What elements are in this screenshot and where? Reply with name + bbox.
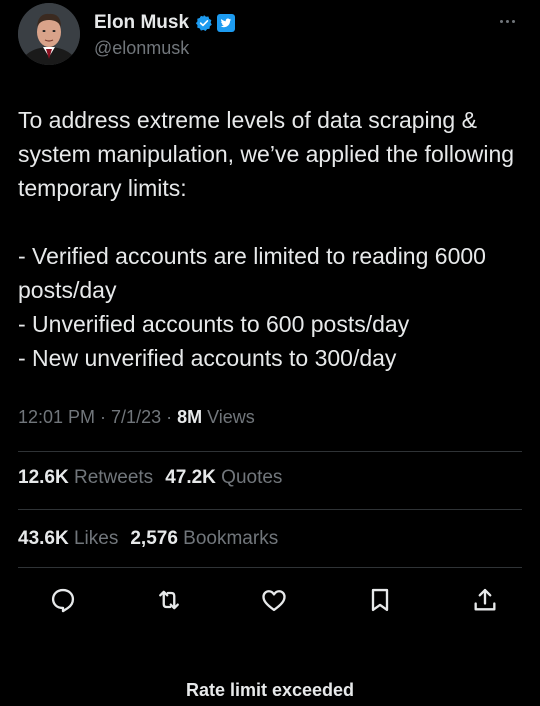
bookmarks-stat[interactable]: 2,576 Bookmarks bbox=[130, 528, 278, 550]
retweet-icon[interactable] bbox=[154, 585, 184, 615]
quotes-stat[interactable]: 47.2K Quotes bbox=[165, 467, 282, 489]
action-bar bbox=[48, 584, 500, 616]
divider bbox=[18, 509, 522, 510]
more-options-icon[interactable] bbox=[494, 12, 520, 30]
twitter-bird-icon bbox=[217, 14, 236, 32]
likes-count: 43.6K bbox=[18, 528, 69, 549]
name-row: Elon Musk bbox=[94, 11, 236, 35]
stats-row-likes-bookmarks: 43.6K Likes 2,576 Bookmarks bbox=[18, 528, 290, 550]
stats-row-retweets-quotes: 12.6K Retweets 47.2K Quotes bbox=[18, 467, 294, 489]
divider bbox=[18, 451, 522, 452]
likes-label: Likes bbox=[73, 528, 119, 549]
tweet-time[interactable]: 12:01 PM bbox=[18, 407, 95, 427]
author-name[interactable]: Elon Musk bbox=[94, 12, 189, 34]
bookmarks-label: Bookmarks bbox=[183, 528, 279, 549]
reply-icon[interactable] bbox=[48, 585, 78, 615]
bookmarks-count: 2,576 bbox=[130, 528, 178, 549]
views-count: 8M bbox=[177, 407, 203, 427]
meta-separator: · bbox=[95, 407, 112, 427]
likes-stat[interactable]: 43.6K Likes bbox=[18, 528, 118, 550]
retweets-stat[interactable]: 12.6K Retweets bbox=[18, 467, 153, 489]
quotes-label: Quotes bbox=[221, 467, 283, 488]
tweet-meta: 12:01 PM · 7/1/23 · 8M Views bbox=[18, 407, 255, 428]
avatar[interactable] bbox=[18, 3, 80, 65]
quotes-count: 47.2K bbox=[165, 467, 216, 488]
tweet-header: Elon Musk @elonmusk bbox=[18, 0, 522, 78]
rate-limit-banner: Rate limit exceeded bbox=[185, 680, 355, 700]
author-handle[interactable]: @elonmusk bbox=[94, 38, 189, 59]
meta-separator: · bbox=[161, 407, 178, 427]
share-icon[interactable] bbox=[470, 585, 500, 615]
retweets-count: 12.6K bbox=[18, 467, 69, 488]
retweets-label: Retweets bbox=[73, 467, 154, 488]
verified-badge-icon bbox=[195, 14, 213, 32]
tweet-text: To address extreme levels of data scrapi… bbox=[18, 107, 515, 371]
divider bbox=[18, 567, 522, 568]
bookmark-icon[interactable] bbox=[365, 585, 395, 615]
views-label: Views bbox=[202, 407, 255, 427]
like-icon[interactable] bbox=[259, 585, 289, 615]
tweet-date[interactable]: 7/1/23 bbox=[111, 407, 161, 427]
